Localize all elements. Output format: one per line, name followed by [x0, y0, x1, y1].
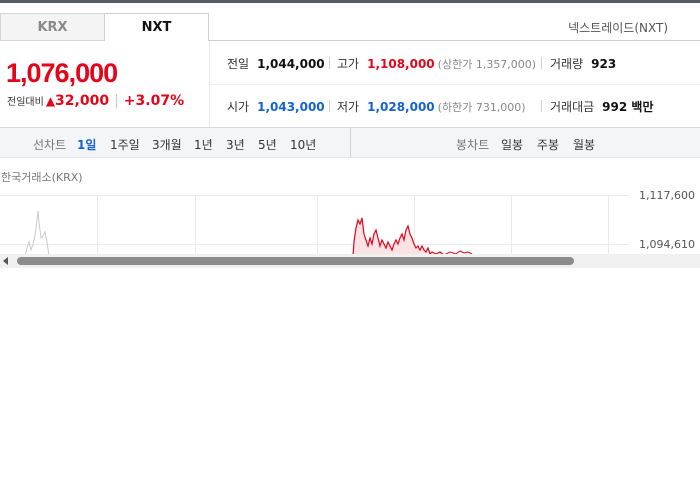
- candle-chart-label: 봉차트: [456, 138, 490, 152]
- krx-price-line: [24, 210, 50, 256]
- change-percent: +3.07%: [123, 93, 185, 109]
- change-label: 전일대비: [7, 97, 44, 108]
- price-change: 전일대비 ▲32,000 | +3.07%: [7, 93, 184, 109]
- stat-label: 저가: [337, 100, 360, 114]
- stat-volume: 거래량 923: [550, 55, 616, 72]
- nxt-price-area: [353, 218, 444, 256]
- stat-label: 고가: [337, 57, 360, 71]
- stat-value: 1,043,000: [257, 100, 325, 114]
- stat-label: 거래대금: [550, 100, 595, 114]
- top-border: [0, 0, 700, 3]
- chart-toolbar: 선차트 1일 1주일 3개월 1년 3년 5년 10년 봉차트 일봉 주봉 월봉: [0, 127, 700, 158]
- tab-divider-left: [0, 40, 104, 41]
- stat-prev-close: 전일 1,044,000: [227, 55, 325, 72]
- candle-daily[interactable]: 일봉: [501, 136, 523, 153]
- stat-separator: [329, 100, 330, 112]
- stat-label: 전일: [227, 57, 250, 71]
- up-triangle-icon: ▲: [45, 94, 56, 108]
- period-1w[interactable]: 1주일: [110, 136, 140, 153]
- line-chart-label: 선차트: [33, 138, 67, 152]
- tab-krx[interactable]: KRX: [0, 13, 104, 41]
- chart-gridlines: [0, 195, 630, 256]
- period-1y[interactable]: 1년: [194, 136, 213, 153]
- stat-value: 923: [591, 57, 617, 71]
- period-5y[interactable]: 5년: [258, 136, 277, 153]
- stat-sub: (하한가 731,000): [437, 101, 526, 114]
- price-chart: 1,117,600 1,094,610: [0, 186, 700, 256]
- chart-source: 한국거래소(KRX): [1, 171, 83, 184]
- stat-value: 992 백만: [602, 100, 654, 114]
- period-3m[interactable]: 3개월: [152, 136, 182, 153]
- stat-separator: [329, 57, 330, 69]
- stat-high: 고가 1,108,000 (상한가 1,357,000): [337, 55, 536, 72]
- candle-monthly[interactable]: 월봉: [573, 136, 595, 153]
- tab-nxt[interactable]: NXT: [104, 13, 209, 41]
- y-axis-label-high: 1,117,600: [639, 189, 695, 202]
- scroll-left-arrow-icon[interactable]: [3, 257, 8, 265]
- stat-label: 시가: [227, 100, 250, 114]
- stat-low: 저가 1,028,000 (하한가 731,000): [337, 98, 526, 115]
- current-price: 1,076,000: [6, 58, 118, 88]
- stat-sub: (상한가 1,357,000): [437, 58, 537, 71]
- change-separator: |: [114, 93, 119, 109]
- tab-divider: [209, 40, 700, 41]
- stat-value: 1,028,000: [367, 100, 435, 114]
- period-3y[interactable]: 3년: [226, 136, 245, 153]
- market-tabs: KRX NXT 넥스트레이드(NXT): [0, 13, 700, 41]
- stat-trade-value: 거래대금 992 백만: [550, 98, 653, 115]
- stats-row-divider: [209, 84, 700, 85]
- period-10y[interactable]: 10년: [290, 136, 316, 153]
- candle-weekly[interactable]: 주봉: [537, 136, 559, 153]
- stat-value: 1,108,000: [367, 57, 435, 71]
- change-amount: 32,000: [55, 93, 110, 109]
- stat-label: 거래량: [550, 57, 584, 71]
- toolbar-divider: [350, 128, 351, 158]
- scrollbar-thumb[interactable]: [17, 257, 574, 265]
- y-axis-label-mid: 1,094,610: [639, 238, 695, 251]
- stat-open: 시가 1,043,000: [227, 98, 325, 115]
- stat-separator: [541, 57, 542, 69]
- stat-value: 1,044,000: [257, 57, 325, 71]
- venue-label: 넥스트레이드(NXT): [568, 21, 668, 35]
- price-chart-svg: [0, 195, 630, 256]
- period-1d[interactable]: 1일: [77, 136, 96, 153]
- stat-separator: [541, 100, 542, 112]
